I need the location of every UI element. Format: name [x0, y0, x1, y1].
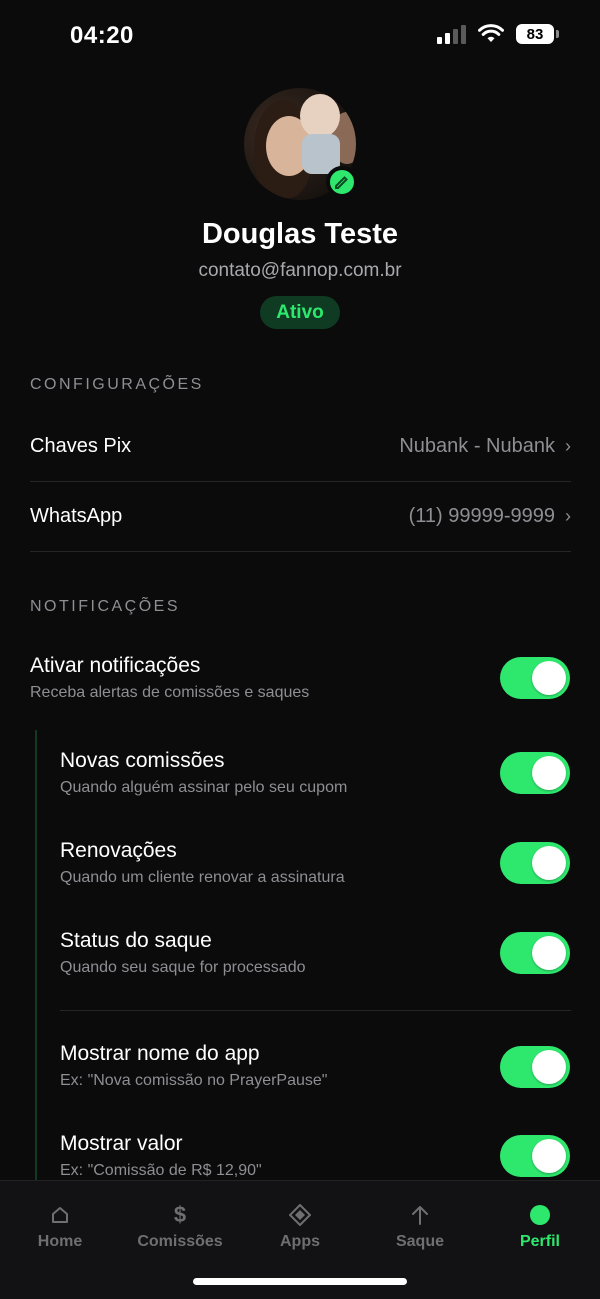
- status-bar: 04:20 83: [0, 0, 600, 72]
- signal-icon: [437, 24, 466, 44]
- show-app-name-toggle[interactable]: [500, 1046, 570, 1088]
- show-value-toggle[interactable]: [500, 1135, 570, 1177]
- renewals-toggle[interactable]: [500, 842, 570, 884]
- tab-commissions-label: Comissões: [137, 1233, 223, 1250]
- new-commissions-subtitle: Quando alguém assinar pelo seu cupom: [60, 779, 348, 796]
- battery-icon: 83: [516, 24, 559, 44]
- enable-notifications-title: Ativar notificações: [30, 654, 201, 677]
- tab-apps[interactable]: Apps: [240, 1201, 360, 1251]
- whatsapp-value: (11) 99999-9999: [408, 504, 555, 527]
- dot-icon: [530, 1205, 550, 1225]
- pix-keys-row[interactable]: Chaves Pix Nubank - Nubank ›: [30, 411, 571, 482]
- new-commissions-toggle[interactable]: [500, 752, 570, 794]
- pix-keys-value: Nubank - Nubank: [399, 434, 555, 457]
- tab-withdraw-label: Saque: [395, 1233, 444, 1250]
- status-badge: Ativo: [260, 296, 340, 329]
- withdraw-status-subtitle: Quando seu saque for processado: [60, 959, 306, 976]
- status-icons: 83: [437, 24, 559, 44]
- tab-withdraw[interactable]: Saque: [360, 1201, 480, 1251]
- pix-keys-label: Chaves Pix: [30, 434, 132, 457]
- renewals-subtitle: Quando um cliente renovar a assinatura: [60, 869, 345, 886]
- whatsapp-row[interactable]: WhatsApp (11) 99999-9999 ›: [30, 481, 571, 552]
- tab-home-label: Home: [37, 1233, 83, 1250]
- indent-line: [35, 730, 37, 1180]
- arrow-up-icon: [412, 1206, 428, 1225]
- settings-section-title: CONFIGURAÇÕES: [30, 376, 204, 393]
- whatsapp-label: WhatsApp: [30, 504, 123, 527]
- show-app-name-title: Mostrar nome do app: [60, 1042, 260, 1065]
- tab-apps-label: Apps: [280, 1233, 320, 1250]
- withdraw-status-title: Status do saque: [60, 929, 212, 952]
- new-commissions-title: Novas comissões: [60, 749, 225, 772]
- home-indicator[interactable]: [193, 1278, 407, 1285]
- pencil-icon: [335, 176, 348, 189]
- divider: [60, 1010, 571, 1011]
- profile-email: contato@fannop.com.br: [198, 260, 402, 281]
- renewals-title: Renovações: [60, 839, 177, 862]
- tab-home[interactable]: Home: [0, 1201, 120, 1251]
- show-value-subtitle: Ex: "Comissão de R$ 12,90": [60, 1162, 262, 1179]
- wifi-icon: [478, 24, 504, 42]
- chevron-right-icon: ›: [565, 505, 571, 526]
- enable-notifications-toggle[interactable]: [500, 657, 570, 699]
- dollar-icon: $: [173, 1202, 187, 1227]
- tab-profile-label: Perfil: [519, 1233, 560, 1250]
- show-app-name-subtitle: Ex: "Nova comissão no PrayerPause": [60, 1072, 328, 1089]
- chevron-right-icon: ›: [565, 435, 571, 456]
- profile-name: Douglas Teste: [201, 218, 399, 250]
- house-icon: [52, 1207, 68, 1223]
- notifications-section-title: NOTIFICAÇÕES: [30, 598, 181, 615]
- show-value-title: Mostrar valor: [60, 1132, 183, 1155]
- status-time: 04:20: [70, 22, 134, 49]
- edit-avatar-button[interactable]: [326, 166, 358, 198]
- withdraw-status-toggle[interactable]: [500, 932, 570, 974]
- tab-profile[interactable]: Perfil: [480, 1201, 600, 1251]
- avatar[interactable]: [244, 88, 358, 200]
- enable-notifications-subtitle: Receba alertas de comissões e saques: [30, 684, 310, 701]
- diamond-icon: [289, 1204, 311, 1226]
- tab-commissions[interactable]: $ Comissões: [120, 1201, 240, 1251]
